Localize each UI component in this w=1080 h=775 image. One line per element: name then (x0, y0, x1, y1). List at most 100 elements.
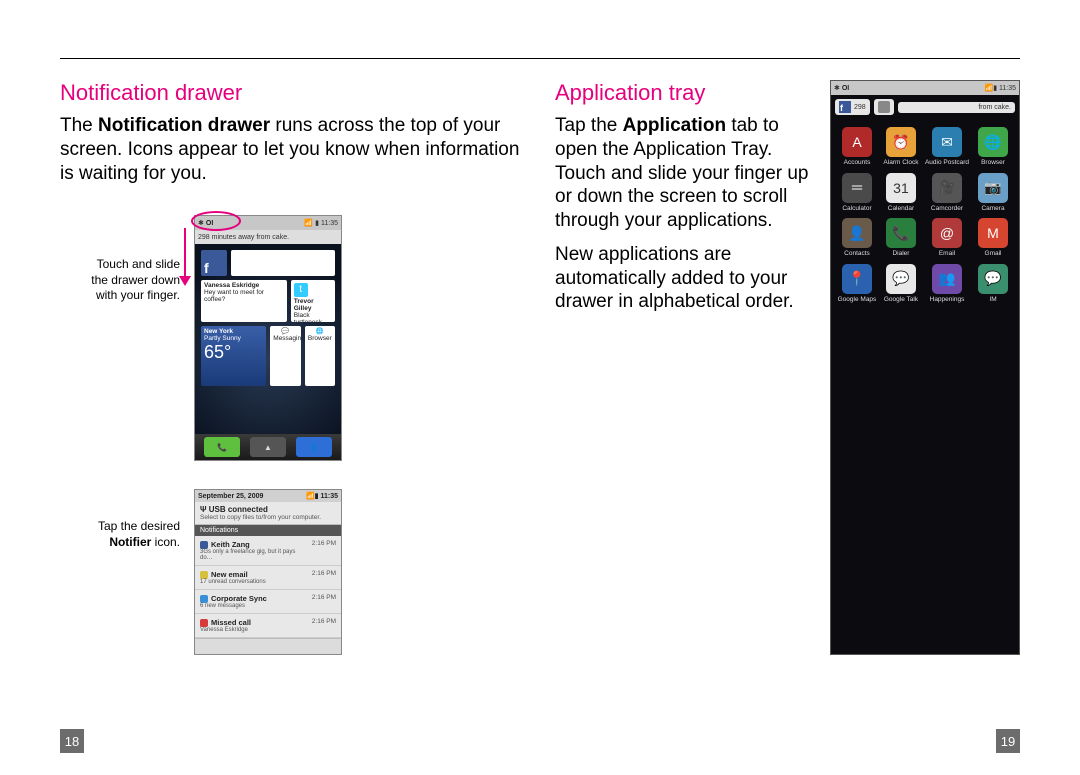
caption-line: with your finger. (96, 288, 180, 302)
app-icon: ✉ (932, 127, 962, 157)
text: Tap the (555, 115, 623, 136)
twitter-widget: t Trevor Gilley Black turtleneck and a b… (291, 280, 335, 322)
app-dialer: 📞Dialer (881, 218, 921, 258)
app-icon: 📷 (978, 173, 1008, 203)
app-im: 💬IM (973, 264, 1013, 304)
app-icon: 🎥 (932, 173, 962, 203)
date-bar: September 25, 2009 📶▮ 11:35 (195, 490, 341, 502)
figure1-caption: Touch and slide the drawer down with you… (60, 215, 180, 304)
app-camera: 📷Camera (973, 173, 1013, 213)
app-label: Gmail (985, 251, 1002, 258)
app-camcorder: 🎥Camcorder (925, 173, 969, 213)
left-column: Notification drawer The Notification dra… (60, 80, 525, 655)
battery-icon: ▮ (315, 219, 319, 227)
text: The (60, 115, 98, 136)
operator-label: OI (842, 85, 849, 92)
app-gmail: M Gmail (973, 218, 1013, 258)
notification-row: Corporate Sync6 new messages2:16 PM (195, 590, 341, 614)
two-columns: Notification drawer The Notification dra… (60, 80, 1020, 655)
date-label: September 25, 2009 (198, 493, 263, 500)
app-icon: 💬 (886, 264, 916, 294)
status-chips: f298 from cake. (831, 95, 1019, 119)
weather-widget: New York Partly Sunny 65° (201, 326, 266, 386)
usb-notice: Ψ USB connected Select to copy files to/… (195, 502, 341, 525)
app-tray-button-icon: ▲ (250, 437, 286, 457)
app-icon: A (842, 127, 872, 157)
app-contacts: 👤 Contacts (837, 218, 877, 258)
tw-name: Trevor Gilley (294, 298, 314, 312)
caption-line: Tap the desired (98, 519, 180, 533)
app-label: Google Maps (838, 297, 877, 304)
right-text: Application tray Tap the Application tab… (555, 80, 812, 655)
contacts-button-icon: 👤 (296, 437, 332, 457)
app-icon: 31 (886, 173, 916, 203)
caption-bold: Notifier (109, 535, 151, 549)
clock: 11:35 (320, 493, 338, 500)
app-tray-paragraph-2: New applications are automatically added… (555, 243, 812, 314)
bold-term: Notification drawer (98, 115, 270, 136)
app-icon: 🌐 (978, 127, 1008, 157)
caption-line: icon. (151, 535, 180, 549)
weather-temp: 65° (204, 343, 263, 362)
app-label: Audio Postcard (925, 160, 969, 167)
usb-title: USB connected (209, 505, 268, 514)
app-tray-paragraph-1: Tap the Application tab to open the Appl… (555, 114, 812, 233)
notifier-icon (200, 541, 208, 549)
notifier-icon (200, 571, 208, 579)
app-icon: 💬 (978, 264, 1008, 294)
facebook-icon: f (201, 250, 227, 276)
app-google-maps: 📍 Google Maps (837, 264, 877, 304)
app-icon: 📞 (886, 218, 916, 248)
app-label: Contacts (844, 251, 870, 258)
notification-ticker: 298 minutes away from cake. (195, 230, 341, 244)
app-calendar: 31 Calendar (881, 173, 921, 213)
page-number-left: 18 (60, 729, 84, 753)
usb-icon: Ψ (200, 505, 209, 514)
app-icon: 👤 (842, 218, 872, 248)
phone-screenshot-drawer: September 25, 2009 📶▮ 11:35 Ψ USB connec… (194, 489, 342, 655)
weather-cond: Partly Sunny (204, 335, 241, 342)
bluetooth-icon: ✱ (834, 85, 840, 92)
message-widget: Vanessa Eskridge Hey want to meet for co… (201, 280, 287, 322)
dialer-button-icon: 📞 (204, 437, 240, 457)
avatar-chip (874, 99, 894, 115)
home-widgets: f Vanessa Eskridge Hey want to meet for … (195, 244, 341, 434)
status-text-chip: from cake. (898, 102, 1015, 113)
app-happenings: 👥Happenings (925, 264, 969, 304)
figure-row-2: Tap the desired Notifier icon. September… (60, 489, 525, 655)
notification-list: Keith Zang3Gs only a freelance gig, but … (195, 536, 341, 638)
tw-body: Black turtleneck and a beret, he thought… (294, 312, 332, 322)
app-google-talk: 💬Google Talk (881, 264, 921, 304)
app-label: Browser (981, 160, 1005, 167)
shortcut-label: Browser (308, 335, 332, 342)
callout-arrow-head (179, 276, 191, 286)
top-rule (60, 58, 1020, 59)
status-bar: ✱OI 📶▮11:35 (195, 216, 341, 230)
app-email: @Email (925, 218, 969, 258)
facebook-icon: f (839, 101, 851, 113)
section-heading-notification: Notification drawer (60, 80, 525, 106)
twitter-icon: t (294, 283, 308, 297)
phone-screenshot-home: ✱OI 📶▮11:35 298 minutes away from cake. … (194, 215, 342, 461)
bottom-bar: 📞 ▲ 👤 (195, 434, 341, 460)
app-grid: AAccounts⏰Alarm Clock✉Audio Postcard🌐Bro… (831, 119, 1019, 317)
app-alarm-clock: ⏰Alarm Clock (881, 127, 921, 167)
facebook-chip: f298 (835, 99, 870, 115)
app-browser: 🌐 Browser (973, 127, 1013, 167)
status-widget (231, 250, 335, 276)
chip-text: from cake. (978, 104, 1011, 111)
caption-line: the drawer down (91, 273, 180, 287)
app-icon: M (978, 218, 1008, 248)
app-label: Email (939, 251, 955, 258)
clock: 11:35 (999, 85, 1016, 92)
app-icon: 📍 (842, 264, 872, 294)
app-label: Calendar (888, 206, 914, 213)
notifier-icon (200, 595, 208, 603)
right-column: Application tray Tap the Application tab… (555, 80, 1020, 655)
app-icon: ＝ (842, 173, 872, 203)
manual-spread: Notification drawer The Notification dra… (0, 0, 1080, 775)
status-bar: ✱ OI 📶▮ 11:35 (831, 81, 1019, 95)
app-label: Alarm Clock (883, 160, 918, 167)
section-heading-app-tray: Application tray (555, 80, 812, 106)
chip-count: 298 (854, 104, 866, 111)
